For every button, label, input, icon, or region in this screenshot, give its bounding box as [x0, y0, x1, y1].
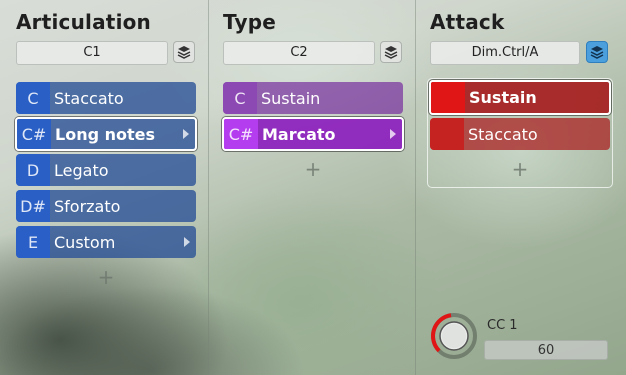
note-label: C# — [224, 119, 258, 149]
articulation-column: Articulation C1 C Staccato C# Long notes… — [0, 0, 208, 375]
note-label: E — [16, 226, 50, 258]
articulation-item-sforzato[interactable]: D# Sforzato — [16, 190, 196, 222]
type-column: Type C2 C Sustain C# Marcato + — [207, 0, 415, 375]
articulation-item-staccato[interactable]: C Staccato — [16, 82, 196, 114]
item-label: Legato — [54, 160, 109, 180]
item-label: Staccato — [468, 124, 538, 144]
type-layers-button[interactable] — [380, 41, 402, 63]
note-label — [431, 82, 465, 113]
articulation-item-legato[interactable]: D Legato — [16, 154, 196, 186]
note-label — [430, 118, 464, 150]
attack-layers-button[interactable] — [586, 41, 608, 63]
attack-item-staccato[interactable]: Staccato — [430, 118, 610, 150]
articulation-layers-button[interactable] — [173, 41, 195, 63]
item-label: Sustain — [261, 88, 321, 108]
item-label: Custom — [54, 232, 116, 252]
chevron-right-icon[interactable] — [390, 129, 396, 139]
articulation-item-long-notes[interactable]: C# Long notes — [15, 117, 197, 151]
item-label: Sforzato — [54, 196, 121, 216]
item-label: Marcato — [262, 124, 336, 144]
chevron-right-icon[interactable] — [184, 237, 190, 247]
chevron-right-icon[interactable] — [183, 129, 189, 139]
type-item-sustain[interactable]: C Sustain — [223, 82, 403, 114]
type-title: Type — [223, 10, 276, 34]
note-label: D# — [16, 190, 50, 222]
articulation-title: Articulation — [16, 10, 151, 34]
cc-label: CC 1 — [487, 318, 518, 333]
note-label: C — [223, 82, 257, 114]
add-articulation-button[interactable]: + — [97, 265, 115, 289]
cc-knob[interactable] — [430, 312, 478, 360]
note-label: C — [16, 82, 50, 114]
attack-item-sustain[interactable]: Sustain — [429, 80, 611, 115]
attack-key-field[interactable]: Dim.Ctrl/A — [430, 41, 580, 65]
type-item-marcato[interactable]: C# Marcato — [222, 117, 404, 151]
cc-value-field[interactable]: 60 — [484, 340, 608, 360]
layers-icon — [384, 46, 398, 59]
item-label: Sustain — [469, 88, 537, 107]
type-key-field[interactable]: C2 — [223, 41, 375, 65]
articulation-key-field[interactable]: C1 — [16, 41, 168, 65]
attack-title: Attack — [430, 10, 505, 34]
articulation-item-custom[interactable]: E Custom — [16, 226, 196, 258]
item-label: Staccato — [54, 88, 124, 108]
layers-icon — [177, 46, 191, 59]
layers-icon — [590, 46, 604, 59]
note-label: C# — [17, 119, 51, 149]
add-attack-button[interactable]: + — [511, 157, 529, 181]
add-type-button[interactable]: + — [304, 157, 322, 181]
knob-dial[interactable] — [430, 312, 478, 360]
note-label: D — [16, 154, 50, 186]
item-label: Long notes — [55, 124, 156, 144]
